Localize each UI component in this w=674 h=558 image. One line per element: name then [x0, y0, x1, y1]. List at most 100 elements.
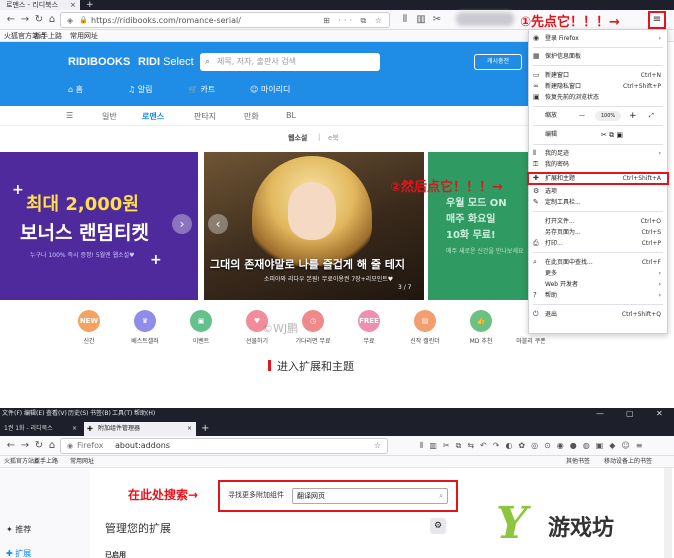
gear-icon[interactable]: ⚙	[430, 518, 446, 534]
addon-search-input[interactable]: 翻译网页 ⌕	[292, 488, 448, 504]
lock-icon[interactable]: 🔒	[79, 13, 88, 28]
bookmark-item[interactable]: 常用网址	[70, 456, 94, 468]
back-icon[interactable]: ←	[4, 13, 18, 27]
home-icon[interactable]: ⌂	[45, 439, 59, 453]
shortcut-event[interactable]: ▣ 이벤트	[176, 310, 226, 345]
menu-customize[interactable]: ✎ 定制工具栏...	[529, 197, 667, 208]
back-icon[interactable]: ←	[4, 439, 18, 453]
forward-icon[interactable]: →	[18, 439, 32, 453]
reload-icon[interactable]: ↻	[32, 13, 46, 27]
menubar-file[interactable]: 文件(F)	[2, 408, 22, 420]
subnav-comics[interactable]: 만화	[244, 111, 259, 122]
menu-library[interactable]: ⫴ 我的足迹 ›	[529, 148, 667, 159]
new-tab-button[interactable]: +	[201, 422, 209, 436]
menu-open-file[interactable]: 打开文件... Ctrl+O	[529, 216, 667, 227]
shortcut-calendar[interactable]: ▤ 신작 캘린더	[400, 310, 450, 345]
bookmark-item[interactable]: 新手上路	[34, 456, 58, 468]
ridi-select-logo[interactable]: RIDI Select	[138, 56, 194, 68]
bookmark-other[interactable]: 其他书签	[566, 456, 590, 468]
chart-icon: ▦	[533, 52, 540, 60]
bookmark-item[interactable]: 常用网址	[70, 30, 98, 42]
menubar-bookmarks[interactable]: 书签(B)	[90, 408, 111, 420]
minimize-icon[interactable]: —	[596, 408, 604, 420]
menu-save-as[interactable]: 另存页面为... Ctrl+S	[529, 227, 667, 238]
menu-options[interactable]: ⚙ 选项	[529, 186, 667, 197]
toolbar-extension-icons[interactable]: ⫴▥✂⧉⇆↶↷◐✿◎⊙◉●◍▣◆☺≡	[420, 439, 670, 453]
shortcut-md-pick[interactable]: 👍 MD 추천	[456, 310, 506, 345]
maximize-icon[interactable]: ▢	[626, 408, 634, 420]
page-actions-icon[interactable]: ⊞ ··· ⧉ ☆	[323, 13, 385, 28]
menu-privacy[interactable]: ▦ 保护信息面板	[529, 51, 667, 62]
shortcut-new[interactable]: NEW 신간	[64, 310, 114, 345]
menu-help[interactable]: ? 帮助 ›	[529, 290, 667, 301]
hamburger-icon[interactable]: ☰	[66, 111, 73, 120]
menu-addons-themes[interactable]: ✚ 扩展和主题 Ctrl+Shift+A	[527, 172, 669, 185]
bookmark-star-icon[interactable]: ☆	[374, 439, 381, 453]
banner-featured-novel[interactable]: ‹ 그대의 존재야말로 나를 즐겁게 해 줄 테지 소피아와 리다우 본원! 무…	[204, 152, 424, 300]
new-tab-button[interactable]: +	[86, 0, 94, 10]
menubar-view[interactable]: 查看(V)	[46, 408, 67, 420]
menubar-help[interactable]: 帮助(H)	[134, 408, 155, 420]
sidebar-item-recommended[interactable]: ✦ 推荐	[6, 524, 31, 535]
menu-restore[interactable]: ▣ 恢复先前的浏览状态	[529, 92, 667, 103]
menu-login[interactable]: ◉ 登录 Firefox ›	[529, 33, 667, 44]
nav-home[interactable]: ⌂ 홈	[68, 84, 83, 95]
nav-my-ridi-label: 마이리디	[260, 85, 291, 94]
shortcut-free[interactable]: FREE 무료	[344, 310, 394, 345]
nav-my-ridi[interactable]: ☺ 마이리디	[250, 84, 290, 95]
forward-icon[interactable]: →	[18, 13, 32, 27]
menu-passwords[interactable]: ⚿ 我的密码	[529, 159, 667, 170]
tab-addons-manager[interactable]: ✚ 附加组件管理器 ×	[84, 422, 196, 436]
shortcut-bestseller[interactable]: ♛ 베스트셀러	[120, 310, 170, 345]
close-window-icon[interactable]: ✕	[656, 408, 663, 420]
nav-cart[interactable]: 🛒 카트	[188, 84, 215, 95]
reload-icon[interactable]: ↻	[32, 439, 46, 453]
hamburger-menu-icon[interactable]: ≡	[648, 11, 666, 29]
tab-close-icon[interactable]: ×	[72, 422, 77, 436]
menubar-tools[interactable]: 工具(T)	[112, 408, 132, 420]
menu-quit[interactable]: ⏻ 退出 Ctrl+Shift+Q	[529, 309, 667, 320]
banner-bonus-ticket[interactable]: + + 최대 2,000원 보너스 랜덤티켓 누구나 100% 즉시 증정! 5…	[0, 152, 198, 300]
ridi-search-input[interactable]: ⌕ 제목, 저자, 출판사 검색	[200, 53, 380, 71]
zoom-out-button[interactable]: —	[579, 109, 585, 123]
sidebar-icon[interactable]: ▥	[414, 13, 428, 27]
subnav-general[interactable]: 일반	[102, 111, 117, 122]
home-icon[interactable]: ⌂	[45, 13, 59, 27]
tracking-shield-icon[interactable]: ◈	[67, 13, 73, 28]
subnav-romance[interactable]: 로맨스	[142, 111, 164, 122]
url-bar[interactable]: ◉ Firefox about:addons ☆	[60, 438, 388, 454]
format-webnovel[interactable]: 웹소설	[288, 133, 307, 143]
sidebar-item-extensions[interactable]: ✚ 扩展	[6, 548, 31, 558]
fullscreen-icon[interactable]: ⤢	[649, 109, 654, 123]
menu-new-window[interactable]: ▭ 新建窗口 Ctrl+N	[529, 70, 667, 81]
url-bar[interactable]: ◈ 🔒 https://ridibooks.com/romance-serial…	[60, 12, 390, 28]
tab-close-icon[interactable]: ×	[187, 422, 192, 436]
tab-close-icon[interactable]: ×	[70, 0, 76, 10]
menu-find[interactable]: ⌕ 在此页面中查找... Ctrl+F	[529, 257, 667, 268]
carousel-next-icon[interactable]: ›	[172, 214, 192, 234]
menu-web-dev[interactable]: Web 开发者 ›	[529, 279, 667, 290]
cut-copy-paste-icons[interactable]: ✂ ⧉ ▣	[601, 128, 623, 142]
menubar-edit[interactable]: 编辑(E)	[24, 408, 44, 420]
bookmark-item[interactable]: 新手上路	[34, 30, 62, 42]
zoom-reset-button[interactable]: 100%	[595, 111, 621, 121]
subnav-fantasy[interactable]: 판타지	[194, 111, 216, 122]
format-ebook[interactable]: e북	[328, 133, 339, 143]
banner-free-episodes[interactable]: 우월 모드 ON 매주 화요일 10화 무료! 매주 새로운 신간을 만나보세요	[428, 152, 528, 300]
menu-new-private[interactable]: ∞ 新建隐私窗口 Ctrl+Shift+P	[529, 81, 667, 92]
menu-more[interactable]: 更多 ›	[529, 268, 667, 279]
bookmark-mobile[interactable]: 移动设备上的书签	[604, 456, 652, 468]
screenshot-icon[interactable]: ✂	[430, 13, 444, 27]
tab-ridibooks[interactable]: 1권 1화 - 리디북스 ×	[0, 422, 80, 436]
carousel-prev-icon[interactable]: ‹	[208, 214, 228, 234]
tab-ridibooks[interactable]: 로맨스 - 리디북스 ×	[0, 0, 80, 10]
library-icon[interactable]: ⫴	[398, 13, 412, 27]
subnav-bl[interactable]: BL	[286, 111, 296, 120]
menu-print[interactable]: ⎙ 打印... Ctrl+P	[529, 238, 667, 249]
ridibooks-logo[interactable]: RIDIBOOKS	[68, 56, 130, 68]
cash-charge-button[interactable]: 캐시충전	[474, 54, 522, 70]
nav-notifications[interactable]: ♫ 알림	[128, 84, 152, 95]
search-icon[interactable]: ⌕	[439, 489, 443, 503]
menubar-history[interactable]: 历史(S)	[68, 408, 89, 420]
zoom-in-button[interactable]: +	[629, 109, 637, 123]
